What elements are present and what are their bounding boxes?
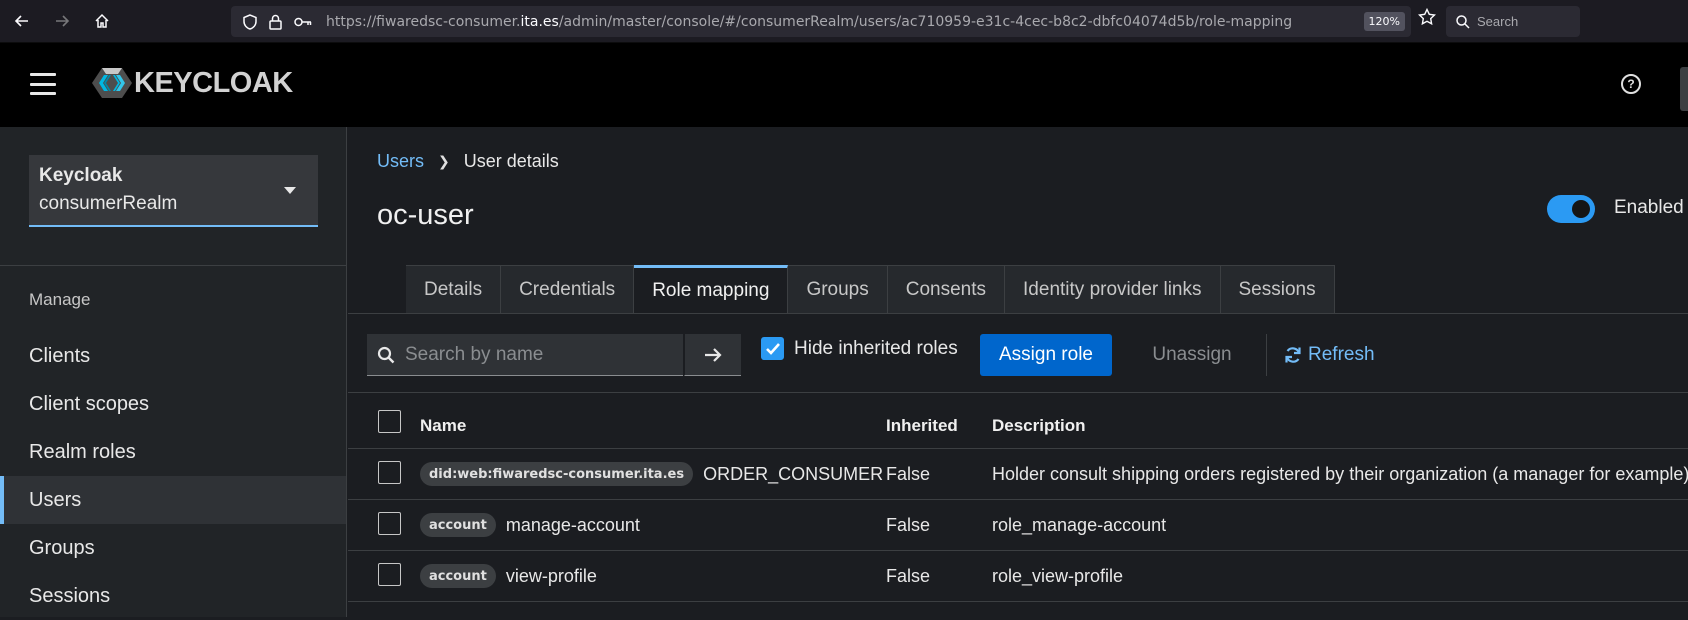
zoom-level-badge[interactable]: 120% (1363, 12, 1405, 31)
enabled-toggle[interactable] (1547, 195, 1595, 223)
table-row: account view-profile False role_view-pro… (348, 551, 1688, 602)
client-badge: account (420, 513, 496, 537)
tab-details[interactable]: Details (406, 265, 502, 313)
select-all-checkbox[interactable] (378, 410, 401, 433)
bookmark-button[interactable] (1417, 7, 1437, 31)
column-header-name[interactable]: Name (420, 416, 466, 436)
home-icon (95, 13, 109, 28)
chevron-right-icon: ❯ (438, 153, 450, 169)
caret-down-icon (284, 187, 296, 194)
page-title: oc-user (377, 199, 474, 231)
table-row: did:web:fiwaredsc-consumer.ita.es ORDER_… (348, 449, 1688, 500)
role-name: ORDER_CONSUMER (703, 463, 884, 484)
back-button[interactable] (4, 3, 40, 39)
user-tabs: Details Credentials Role mapping Groups … (406, 265, 1335, 313)
role-name: view-profile (505, 565, 597, 586)
refresh-icon (1285, 347, 1301, 363)
key-icon[interactable] (294, 16, 312, 28)
breadcrumb-users-link[interactable]: Users (377, 151, 424, 172)
search-submit-button[interactable] (684, 334, 741, 376)
tab-role-mapping[interactable]: Role mapping (634, 265, 789, 313)
search-input[interactable]: Search by name (367, 334, 683, 376)
hide-inherited-checkbox[interactable] (761, 337, 784, 360)
role-mapping-toolbar: Search by name Hide inherited roles Assi… (348, 314, 1688, 393)
search-icon (377, 346, 395, 363)
description-cell: Holder consult shipping orders registere… (992, 464, 1688, 484)
role-name-cell: did:web:fiwaredsc-consumer.ita.es ORDER_… (420, 462, 883, 486)
tab-credentials[interactable]: Credentials (501, 265, 635, 313)
arrow-right-icon (56, 15, 70, 27)
description-cell: role_view-profile (992, 566, 1124, 586)
tab-identity-provider-links[interactable]: Identity provider links (1005, 265, 1221, 313)
app-header: KEYCLOAK ? (0, 43, 1688, 127)
arrow-left-icon (14, 15, 28, 27)
realm-selector-title: Keycloak (39, 165, 123, 186)
table-row: account manage-account False role_manage… (348, 500, 1688, 551)
row-checkbox[interactable] (378, 563, 401, 586)
sidebar-item-groups[interactable]: Groups (0, 524, 346, 572)
row-checkbox[interactable] (378, 512, 401, 535)
client-badge: account (420, 564, 496, 588)
sidebar-item-realm-roles[interactable]: Realm roles (0, 428, 346, 476)
lock-icon[interactable] (269, 14, 282, 30)
hide-inherited-label[interactable]: Hide inherited roles (794, 338, 958, 360)
realm-selector[interactable]: Keycloak consumerRealm (29, 155, 318, 227)
keycloak-logo-text: KEYCLOAK (134, 66, 293, 99)
shield-icon[interactable] (243, 13, 257, 30)
sidebar: Keycloak consumerRealm Manage Clients Cl… (0, 127, 347, 617)
url-bar[interactable]: https://fiwaredsc-consumer.ita.es/admin/… (231, 6, 1411, 37)
sidebar-divider (0, 265, 346, 266)
breadcrumb: Users ❯ User details (377, 151, 559, 172)
search-placeholder: Search by name (405, 343, 544, 365)
tab-groups[interactable]: Groups (788, 265, 888, 313)
role-mapping-table: Name Inherited Description did:web:fiwar… (348, 393, 1688, 602)
sidebar-item-client-scopes[interactable]: Client scopes (0, 380, 346, 428)
sidebar-item-sessions[interactable]: Sessions (0, 572, 346, 620)
role-name-cell: account view-profile (420, 564, 597, 588)
sidebar-item-clients[interactable]: Clients (0, 332, 346, 380)
inherited-cell: False (886, 464, 931, 484)
sidebar-section-manage: Manage (29, 290, 91, 309)
refresh-button[interactable]: Refresh (1284, 334, 1375, 376)
sidebar-item-users[interactable]: Users (0, 476, 346, 524)
inherited-cell: False (886, 515, 931, 535)
user-menu-edge[interactable] (1680, 67, 1688, 111)
star-icon (1417, 7, 1437, 26)
realm-selector-value: consumerRealm (39, 193, 178, 214)
enabled-label: Enabled (1614, 197, 1684, 218)
role-name: manage-account (505, 514, 640, 535)
assign-role-button[interactable]: Assign role (980, 334, 1112, 376)
url-text: https://fiwaredsc-consumer.ita.es/admin/… (326, 13, 1293, 30)
table-header-row: Name Inherited Description (348, 393, 1688, 449)
arrow-right-icon (705, 347, 722, 362)
search-icon (1456, 14, 1470, 29)
tab-sessions[interactable]: Sessions (1220, 265, 1335, 313)
menu-toggle-button[interactable] (30, 73, 56, 95)
browser-search-box[interactable]: Search (1446, 6, 1580, 37)
breadcrumb-current: User details (463, 151, 559, 171)
unassign-button[interactable]: Unassign (1132, 334, 1252, 376)
keycloak-logo-icon (92, 68, 132, 98)
tab-consents[interactable]: Consents (887, 265, 1006, 313)
browser-search-placeholder: Search (1477, 14, 1519, 29)
home-button[interactable] (84, 3, 120, 39)
checkmark-icon (765, 342, 780, 355)
help-icon[interactable]: ? (1621, 74, 1641, 94)
toolbar-separator (1266, 334, 1267, 376)
inherited-cell: False (886, 566, 931, 586)
keycloak-logo[interactable]: KEYCLOAK (92, 66, 293, 100)
refresh-label: Refresh (1308, 344, 1375, 365)
main-content: Users ❯ User details oc-user Enabled Det… (348, 127, 1688, 617)
role-name-cell: account manage-account (420, 513, 640, 537)
forward-button[interactable] (44, 3, 80, 39)
column-header-description: Description (992, 416, 1086, 435)
row-checkbox[interactable] (378, 461, 401, 484)
column-header-inherited: Inherited (886, 416, 958, 435)
description-cell: role_manage-account (992, 515, 1167, 535)
client-badge: did:web:fiwaredsc-consumer.ita.es (420, 462, 694, 486)
